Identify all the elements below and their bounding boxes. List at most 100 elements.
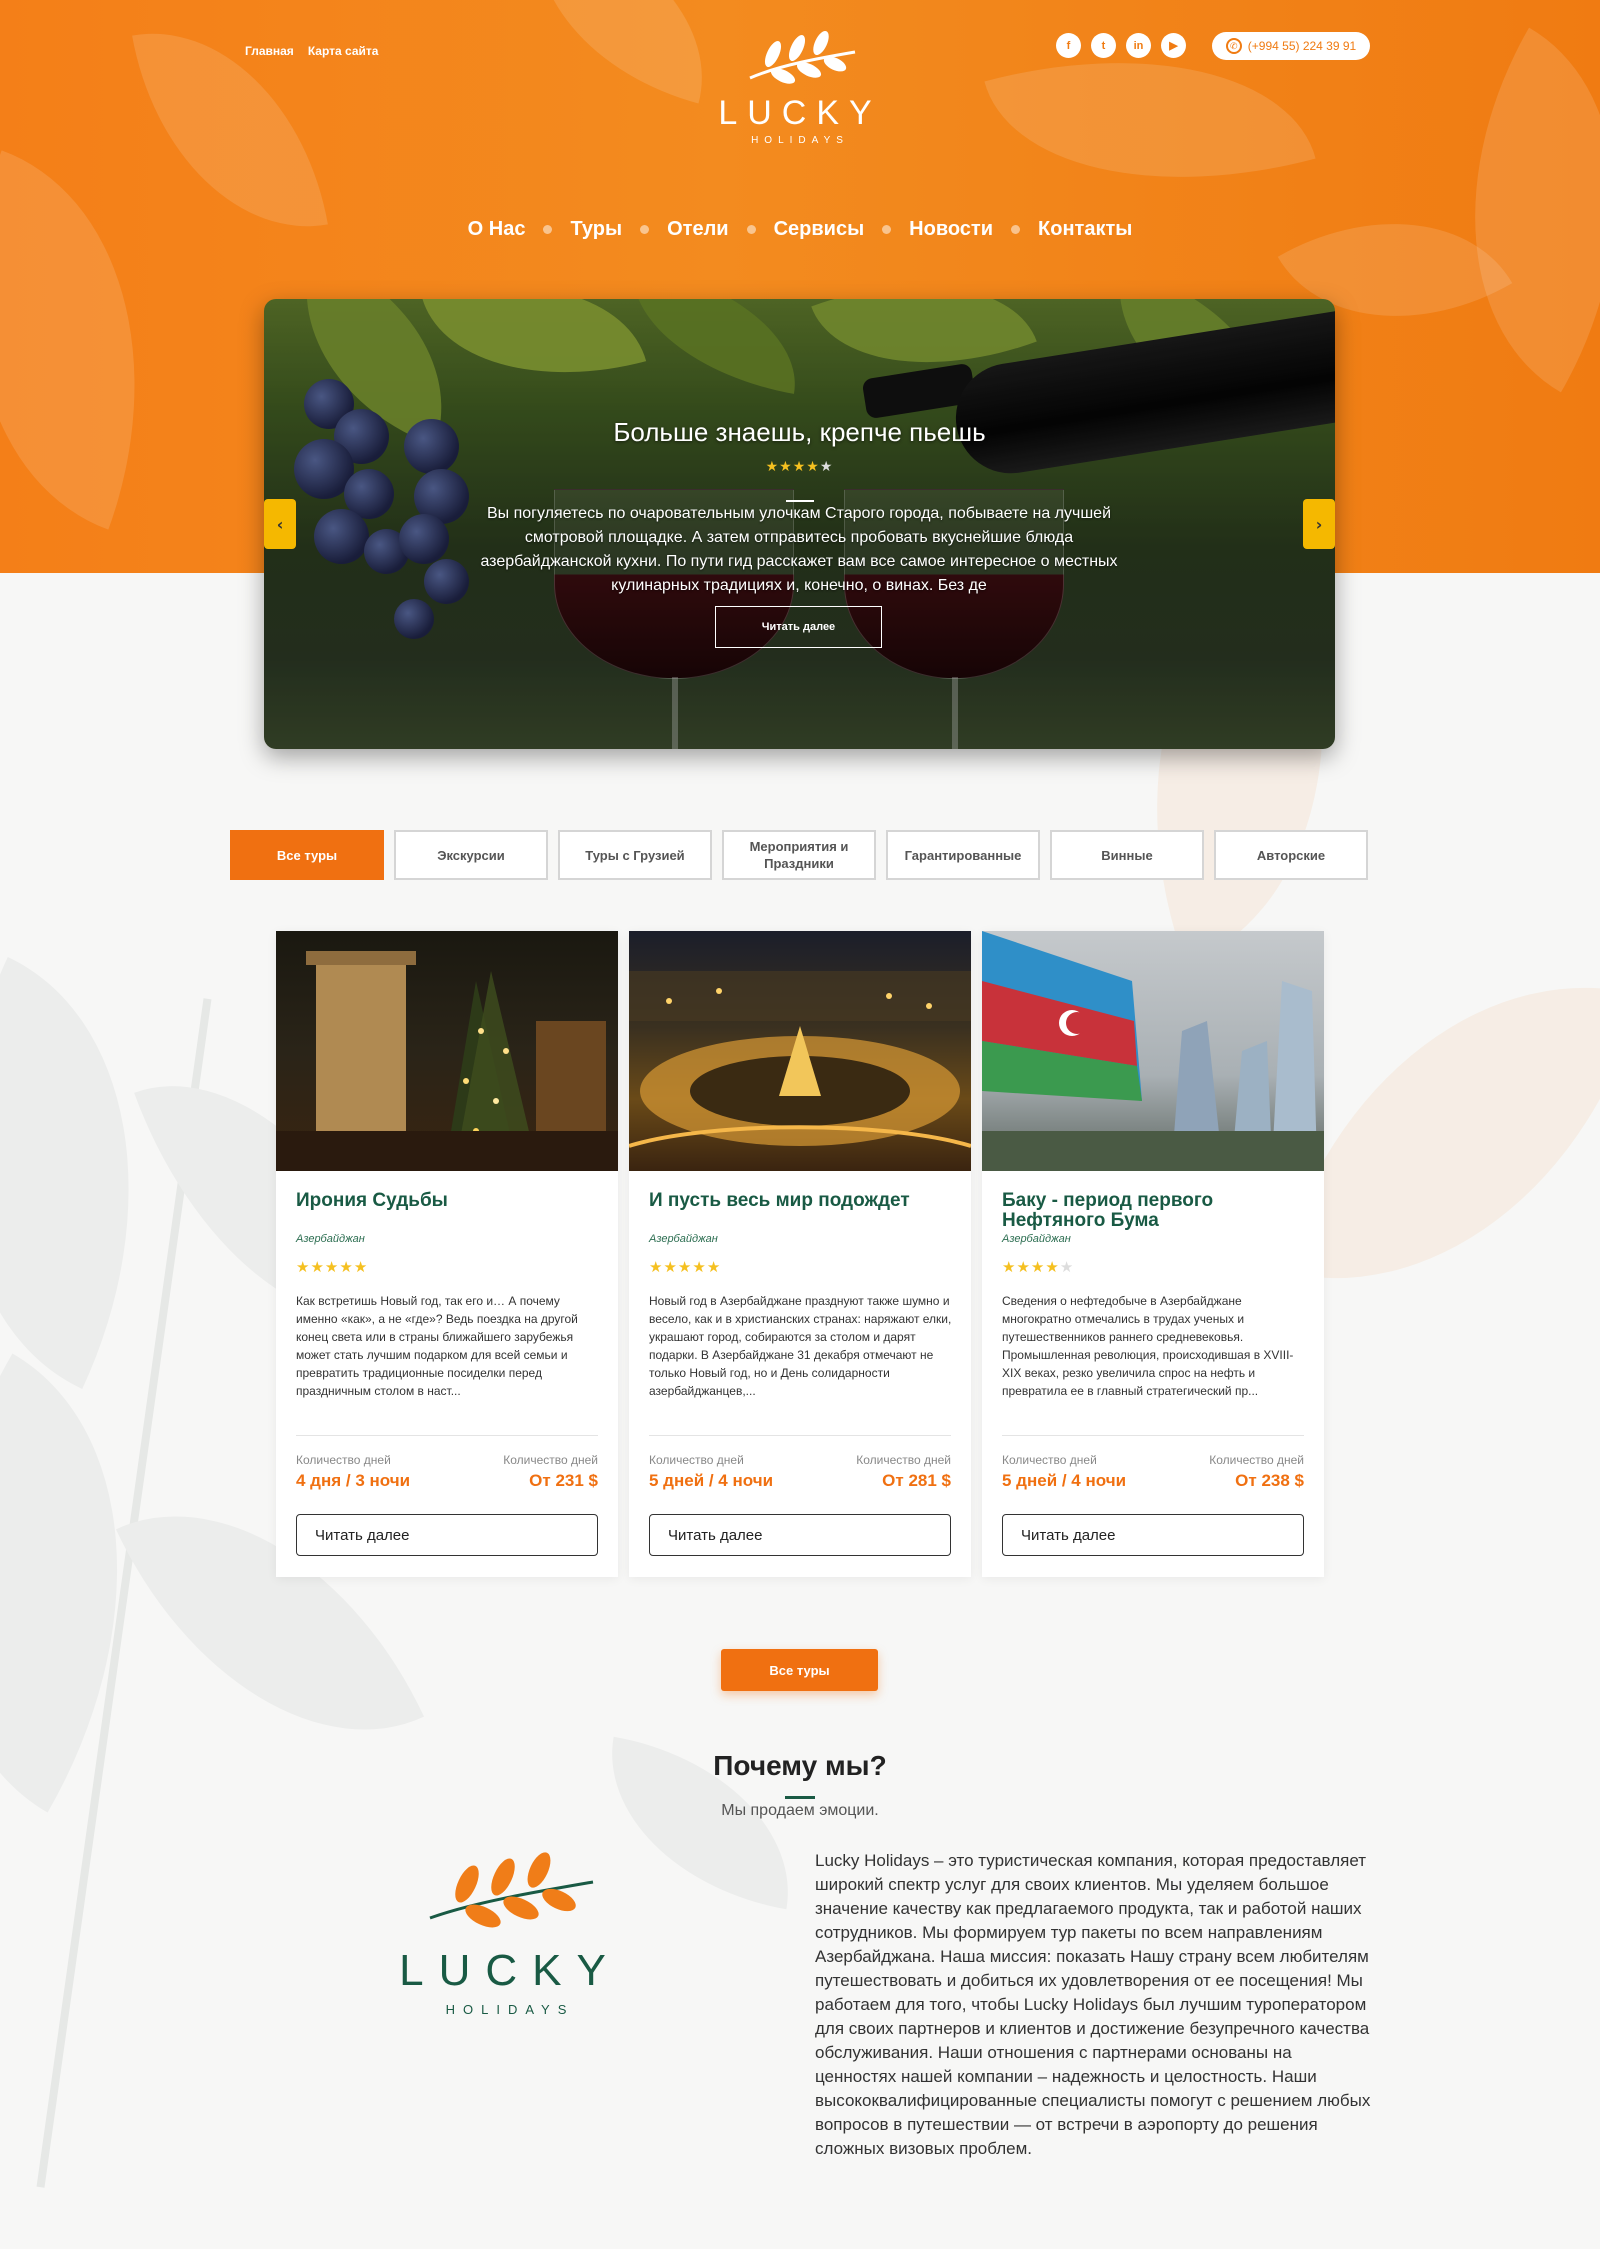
nav-item-services[interactable]: Сервисы: [774, 218, 865, 241]
chevron-left-icon: ‹: [276, 514, 284, 534]
top-link-home[interactable]: Главная: [245, 44, 294, 58]
about-text: Lucky Holidays – это туристическая компа…: [815, 1851, 1371, 2158]
star-icon: ★: [353, 1258, 369, 1276]
tour-filters: Все туры Экскурсии Туры с Грузией Меропр…: [230, 830, 1368, 880]
tour-title[interactable]: И пусть весь мир подождет: [649, 1191, 954, 1211]
company-logo: LUCKY HOLIDAYS: [380, 1850, 640, 2017]
price-label: Количество дней: [503, 1453, 598, 1467]
tour-description: Новый год в Азербайджане празднуют также…: [649, 1294, 952, 1398]
site-logo[interactable]: LUCKY HOLIDAYS: [700, 30, 900, 146]
price-value: От 238 $: [1235, 1471, 1304, 1490]
why-us-title: Почему мы?: [713, 1750, 887, 1781]
filter-events[interactable]: Мероприятия и Праздники: [722, 830, 876, 880]
star-icon: ★: [779, 459, 793, 475]
nav-separator: [882, 225, 892, 234]
company-logo-word: LUCKY: [399, 1946, 621, 1995]
hero-rating: ★★★★★: [264, 459, 1335, 475]
star-icon: ★: [1030, 1258, 1046, 1276]
tour-rating: ★★★★★: [649, 1258, 721, 1276]
star-icon: ★: [663, 1258, 678, 1276]
tour-description: Как встретишь Новый год, так его и… А по…: [296, 1294, 578, 1398]
star-icon: ★: [310, 1258, 325, 1276]
duration-label: Количество дней: [296, 1453, 391, 1467]
top-links: Главная Карта сайта: [245, 44, 378, 58]
star-icon: ★: [324, 1258, 340, 1276]
hero-description: Вы погуляетесь по очаровательным улочкам…: [480, 505, 1118, 594]
leaf-branch-icon: [749, 30, 856, 84]
linkedin-icon[interactable]: in: [1126, 33, 1151, 58]
slider-prev-button[interactable]: ‹: [264, 499, 296, 549]
read-more-button[interactable]: Читать далее: [649, 1514, 951, 1556]
star-icon: ★: [706, 1258, 722, 1276]
hero-slider: Больше знаешь, крепче пьешь ★★★★★ Вы пог…: [264, 299, 1335, 749]
tour-image[interactable]: [276, 931, 618, 1171]
all-tours-button[interactable]: Все туры: [721, 1649, 878, 1691]
tour-description: Сведения о нефтедобыче в Азербайджане мн…: [1002, 1294, 1294, 1398]
social-links: f t in ▶: [1056, 33, 1186, 58]
youtube-icon[interactable]: ▶: [1161, 33, 1186, 58]
nav-separator: [543, 225, 553, 234]
facebook-icon[interactable]: f: [1056, 33, 1081, 58]
star-icon: ★: [692, 1258, 707, 1276]
why-us-subtitle: Мы продаем эмоции.: [721, 1802, 879, 1819]
tour-card: И пусть весь мир подождет Азербайджан ★★…: [629, 931, 971, 1577]
tour-rating: ★★★★★: [296, 1258, 368, 1276]
chevron-right-icon: ›: [1315, 514, 1323, 534]
price-label: Количество дней: [856, 1453, 951, 1467]
price-value: От 231 $: [529, 1471, 598, 1490]
tour-title[interactable]: Ирония Судьбы: [296, 1191, 601, 1211]
filter-excursions[interactable]: Экскурсии: [394, 830, 548, 880]
tour-image[interactable]: [982, 931, 1324, 1171]
nav-item-news[interactable]: Новости: [909, 218, 993, 241]
tour-country: Азербайджан: [649, 1233, 718, 1245]
tour-title[interactable]: Баку - период первого Нефтяного Бума: [1002, 1191, 1307, 1231]
tour-rating: ★★★★★: [1002, 1258, 1074, 1276]
logo-subtitle: HOLIDAYS: [751, 135, 849, 146]
nav-item-hotels[interactable]: Отели: [667, 218, 728, 241]
filter-georgia-tours[interactable]: Туры с Грузией: [558, 830, 712, 880]
phone-button[interactable]: ✆ (+994 55) 224 39 91: [1212, 32, 1370, 60]
duration-value: 5 дней / 4 ночи: [649, 1471, 774, 1490]
star-icon: ★: [677, 1258, 693, 1276]
duration-label: Количество дней: [1002, 1453, 1097, 1467]
filter-author[interactable]: Авторские: [1214, 830, 1368, 880]
filter-guaranteed[interactable]: Гарантированные: [886, 830, 1040, 880]
nav-item-about[interactable]: О Нас: [468, 218, 526, 241]
star-icon: ★: [806, 459, 820, 475]
star-icon: ★: [765, 459, 780, 475]
star-icon: ★: [792, 459, 807, 475]
top-link-sitemap[interactable]: Карта сайта: [308, 44, 379, 58]
tour-cards: Ирония Судьбы Азербайджан ★★★★★ Как встр…: [276, 931, 1324, 1577]
divider: [1002, 1435, 1304, 1436]
leaf-branch-icon: [429, 1852, 594, 1928]
duration-value: 5 дней / 4 ночи: [1002, 1471, 1127, 1490]
twitter-icon[interactable]: t: [1091, 33, 1116, 58]
filter-wine[interactable]: Винные: [1050, 830, 1204, 880]
main-nav: О Нас Туры Отели Сервисы Новости Контакт…: [0, 218, 1600, 241]
duration-label: Количество дней: [649, 1453, 744, 1467]
star-empty-icon: ★: [1059, 1258, 1075, 1276]
nav-item-tours[interactable]: Туры: [570, 218, 622, 241]
nav-separator: [640, 225, 650, 234]
tour-card: Баку - период первого Нефтяного Бума Азе…: [982, 931, 1324, 1577]
nav-separator: [1011, 225, 1021, 234]
read-more-button[interactable]: Читать далее: [1002, 1514, 1304, 1556]
company-logo-subtitle: HOLIDAYS: [445, 2002, 575, 2017]
tour-image[interactable]: [629, 931, 971, 1171]
divider: [296, 1435, 598, 1436]
price-label: Количество дней: [1209, 1453, 1304, 1467]
hero-read-more-button[interactable]: Читать далее: [715, 606, 882, 648]
price-value: От 281 $: [882, 1471, 951, 1490]
slider-next-button[interactable]: ›: [1303, 499, 1335, 549]
divider: [649, 1435, 951, 1436]
read-more-button[interactable]: Читать далее: [296, 1514, 598, 1556]
star-empty-icon: ★: [819, 459, 834, 475]
nav-item-contacts[interactable]: Контакты: [1038, 218, 1132, 241]
star-icon: ★: [339, 1258, 354, 1276]
why-us-divider: [785, 1796, 815, 1799]
star-icon: ★: [649, 1258, 664, 1276]
hero-title: Больше знаешь, крепче пьешь: [613, 417, 986, 447]
phone-number: (+994 55) 224 39 91: [1247, 39, 1357, 53]
nav-separator: [746, 225, 756, 234]
filter-all-tours[interactable]: Все туры: [230, 830, 384, 880]
